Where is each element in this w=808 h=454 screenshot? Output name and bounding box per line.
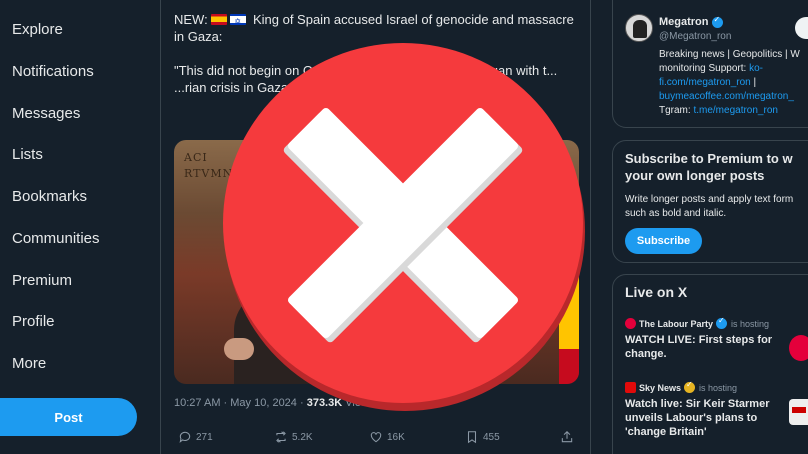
bio-link-telegram[interactable]: t.me/megatron_ron <box>693 105 778 116</box>
live-thumbnail <box>789 399 808 425</box>
tweet-headline-prefix: NEW: <box>174 12 208 27</box>
live-status: is hosting <box>731 318 770 329</box>
nav-premium[interactable]: Premium <box>12 272 72 289</box>
premium-title: Subscribe to Premium to w your own longe… <box>625 151 793 183</box>
tweet-views-count: 373.3K <box>306 397 343 409</box>
post-button[interactable]: Post <box>0 398 137 436</box>
israel-flag-icon <box>230 13 247 30</box>
profile-bio: Breaking news | Geopolitics | W monitori… <box>659 49 800 116</box>
tweet-date[interactable]: May 10, 2024 <box>230 397 297 409</box>
premium-card: Subscribe to Premium to w your own longe… <box>612 140 808 263</box>
verified-badge-icon <box>716 316 728 329</box>
live-status: is hosting <box>699 382 738 393</box>
share-icon <box>561 431 573 443</box>
bookmark-count: 455 <box>483 431 500 443</box>
profile-handle[interactable]: @Megatron_ron <box>659 31 731 42</box>
nav-explore[interactable]: Explore <box>12 21 63 38</box>
nav-more[interactable]: More <box>12 355 46 372</box>
nav-notifications[interactable]: Notifications <box>12 63 94 80</box>
bookmark-icon <box>467 431 477 444</box>
follow-button[interactable] <box>795 17 808 39</box>
verified-badge-icon <box>711 15 723 28</box>
bio-link-buymeacoffee[interactable]: buymeacoffee.com/megatron_ <box>659 91 794 102</box>
profile-name[interactable]: Megatron <box>659 15 723 28</box>
tweet-meta: 10:27 AM · May 10, 2024 · 373.3K Views <box>174 397 375 409</box>
labour-logo-icon <box>625 318 636 329</box>
live-title: Live on X <box>625 284 688 300</box>
heart-icon <box>370 432 382 443</box>
verified-badge-icon <box>684 380 696 393</box>
live-thumbnail <box>789 335 808 361</box>
red-x-overlay-icon <box>223 43 583 403</box>
avatar[interactable] <box>625 14 653 42</box>
tweet-actions: 271 5.2K 16K 455 <box>174 430 584 448</box>
premium-description: Write longer posts and apply text form s… <box>625 194 794 219</box>
photo-hand <box>224 338 254 360</box>
repost-count: 5.2K <box>292 431 313 443</box>
like-count: 16K <box>387 431 405 443</box>
share-button[interactable] <box>560 430 578 444</box>
repost-button[interactable]: 5.2K <box>274 430 313 444</box>
live-item[interactable]: The Labour Party is hosting WATCH LIVE: … <box>625 316 808 361</box>
live-host-name: Sky News <box>639 382 682 393</box>
nav-profile[interactable]: Profile <box>12 313 55 330</box>
nav-lists[interactable]: Lists <box>12 146 43 163</box>
profile-card: Megatron @Megatron_ron Breaking news | G… <box>612 0 808 128</box>
reply-button[interactable]: 271 <box>178 430 213 444</box>
live-item[interactable]: Sky News is hosting Watch live: Sir Keir… <box>625 380 808 439</box>
live-card: Live on X The Labour Party is hosting WA… <box>612 274 808 454</box>
sky-news-logo-icon <box>625 382 636 393</box>
right-sidebar: Megatron @Megatron_ron Breaking news | G… <box>612 0 808 454</box>
reply-count: 271 <box>196 431 213 443</box>
nav-bookmarks[interactable]: Bookmarks <box>12 188 87 205</box>
repost-icon <box>276 431 286 443</box>
live-host-name: The Labour Party <box>639 318 714 329</box>
left-nav: Explore Notifications Messages Lists Boo… <box>0 0 160 454</box>
reply-icon <box>179 431 191 443</box>
nav-communities[interactable]: Communities <box>12 230 100 247</box>
nav-messages[interactable]: Messages <box>12 105 80 122</box>
live-headline: WATCH LIVE: First steps for change. <box>625 334 773 360</box>
live-headline: Watch live: Sir Keir Starmer unveils Lab… <box>625 398 770 438</box>
like-button[interactable]: 16K <box>369 430 405 444</box>
bookmark-button[interactable]: 455 <box>465 430 500 444</box>
tweet-time[interactable]: 10:27 AM <box>174 397 220 409</box>
subscribe-button[interactable]: Subscribe <box>625 228 702 254</box>
spain-flag-icon <box>211 14 228 25</box>
